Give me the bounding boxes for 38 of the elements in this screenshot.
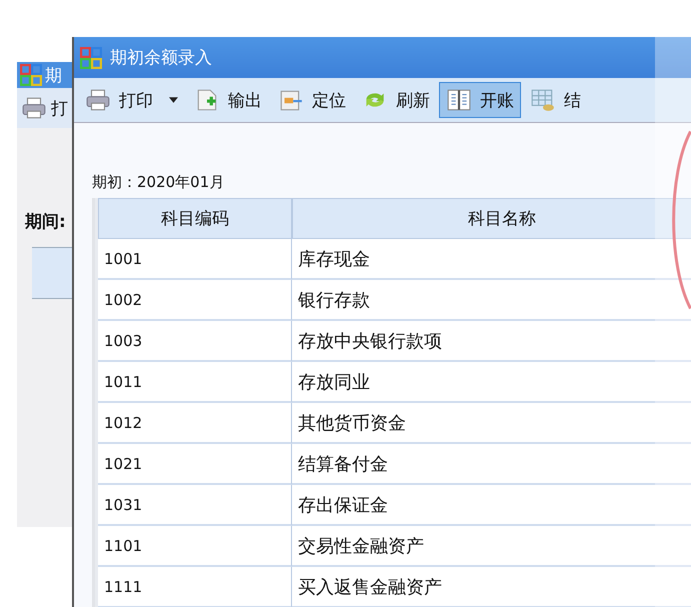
table-cell: 结算备付金 [292, 444, 691, 485]
table-cell: 1031 [98, 485, 292, 526]
table-cell: 1003 [98, 321, 292, 362]
table-cell: 买入返售金融资产 [292, 567, 691, 607]
table-cell: 1111 [98, 567, 292, 607]
book-icon [446, 87, 472, 113]
table-cell: 1001 [98, 239, 292, 280]
app-logo-icon [80, 46, 102, 68]
table-cell: 1101 [98, 526, 292, 567]
table-cell: 1021 [98, 444, 292, 485]
background-window-title: 期 [45, 64, 62, 86]
toolbar-label[interactable]: 打 [51, 96, 68, 120]
table-cell: 1002 [98, 280, 292, 321]
toolbar-button[interactable]: 开账 [439, 82, 521, 118]
table-cell: 1012 [98, 403, 292, 444]
toolbar-button[interactable]: 定位 [271, 82, 353, 118]
table-cell: 1011 [98, 362, 292, 403]
table-cell: 存放同业 [292, 362, 691, 403]
toolbar-button[interactable]: 输出 [187, 82, 269, 118]
printer-icon [21, 95, 47, 121]
spreadsheet-coins-icon [530, 87, 556, 113]
table-cell: 存出保证金 [292, 485, 691, 526]
table-cell: 存放中央银行款项 [292, 321, 691, 362]
column-header: 科目编码 [98, 198, 292, 239]
period-text: 期初：2020年01月 [92, 173, 224, 192]
table-cell: 交易性金融资产 [292, 526, 691, 567]
caret-icon [169, 97, 178, 103]
period-label: 期间: [25, 211, 66, 233]
app-logo-icon [20, 64, 42, 86]
toolbar-button[interactable]: 刷新 [355, 82, 437, 118]
table-cell: 其他货币资金 [292, 403, 691, 444]
toolbar-button[interactable]: 结 [523, 82, 588, 118]
table-cell: 库存现金 [292, 239, 691, 280]
column-header: 科目名称 [292, 198, 691, 239]
table-cell: 银行存款 [292, 280, 691, 321]
toolbar-button[interactable]: 打印 [78, 82, 185, 118]
printer-icon [85, 87, 111, 113]
window-title: 期初余额录入 [110, 47, 212, 69]
